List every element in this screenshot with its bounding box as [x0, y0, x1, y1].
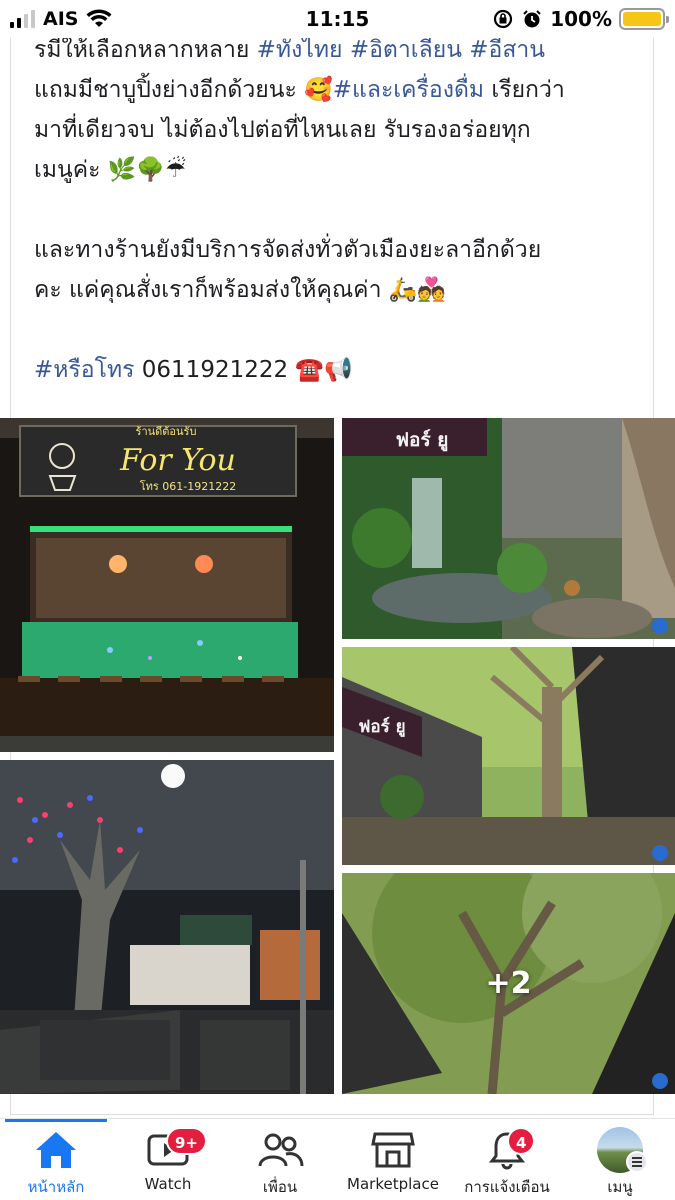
post-text-segment: รมีให้เลือกหลากหลาย — [34, 37, 257, 63]
battery-icon — [619, 8, 669, 30]
tab-notifications[interactable]: 4 การแจ้งเตือน — [447, 1127, 567, 1200]
courtyard-sign-text: ฟอร์ ยู — [358, 716, 405, 738]
bottom-tab-bar: หน้าหลัก 9+ Watch เพื่อน Marketplace 4 ก… — [0, 1118, 675, 1200]
garden-sign-text: ฟอร์ ยู — [396, 429, 449, 452]
status-right: 100% — [492, 7, 669, 31]
post-text-line: แถมมีชาบูปิ้งย่างอีกด้วยนะ 🥰#และเครื่องด… — [34, 70, 634, 110]
sign-for-you-text: For You — [119, 443, 236, 478]
post-text-line: มาที่เดียวจบ ไม่ต้องไปต่อที่ไหนเลย รับรอ… — [34, 110, 634, 150]
tab-marketplace[interactable]: Marketplace — [333, 1127, 453, 1200]
post-text: รมีให้เลือกหลากหลาย #ทั้งไทย #อิตาเลียน … — [34, 30, 634, 390]
rotation-lock-icon — [494, 9, 513, 29]
post-text-segment: มาที่เดียวจบ ไม่ต้องไปต่อที่ไหนเลย รับรอ… — [34, 117, 531, 143]
tab-menu-label: เมนู — [607, 1178, 633, 1196]
post-text-segment: เรียกว่า — [484, 77, 565, 103]
status-bar: AIS 11:15 100% — [0, 0, 675, 38]
post-text-line: #หรือโทร 0611921222 ☎️📢 — [34, 350, 634, 390]
active-tab-indicator — [5, 1119, 107, 1122]
hashtag-link[interactable]: #ทั้งไทย #อิตาเลียน #อีสาน — [257, 37, 545, 63]
hashtag-link[interactable]: #หรือโทร — [34, 357, 134, 383]
post-text-segment: แถมมีชาบูปิ้งย่างอีกด้วยนะ 🥰 — [34, 77, 333, 103]
tab-marketplace-label: Marketplace — [347, 1175, 439, 1193]
more-photos-count: +2 — [485, 966, 532, 1001]
tab-menu[interactable]: เมนู — [560, 1127, 675, 1200]
post-text-segment: เมนูค่ะ 🌿🌳☔ — [34, 157, 186, 183]
tab-home[interactable]: หน้าหลัก — [0, 1127, 116, 1200]
photo-restaurant-bar[interactable]: ร้านดีต้อนรับ For You โทร 061-1921222 — [0, 418, 334, 752]
photo-courtyard-image: ฟอร์ ยู — [342, 647, 675, 865]
photo-garden-image: ฟอร์ ยู — [342, 418, 675, 639]
post-text-segment: คะ แค่คุณสั่งเราก็พร้อมส่งให้คุณค่า 🛵💑 — [34, 277, 447, 303]
sign-small-text: ร้านดีต้อนรับ — [136, 425, 197, 438]
photo-tree-canopy-more[interactable]: +2 — [342, 873, 675, 1094]
battery-percent: 100% — [550, 7, 612, 31]
alarm-icon — [523, 10, 541, 28]
tab-notifications-label: การแจ้งเตือน — [464, 1178, 550, 1196]
post-text-line: คะ แค่คุณสั่งเราก็พร้อมส่งให้คุณค่า 🛵💑 — [34, 270, 634, 310]
marketplace-shop-icon — [371, 1132, 415, 1168]
tab-watch[interactable]: 9+ Watch — [108, 1127, 228, 1200]
hashtag-link[interactable]: #และเครื่องดื่ม — [333, 77, 484, 103]
photo-night-patio[interactable] — [0, 760, 334, 1094]
notifications-badge: 4 — [507, 1127, 536, 1155]
menu-hamburger-icon — [626, 1151, 648, 1173]
post-text-line: เมนูค่ะ 🌿🌳☔ — [34, 150, 634, 190]
post-photo-grid: ร้านดีต้อนรับ For You โทร 061-1921222 ฟอ… — [0, 418, 675, 1094]
post-text-segment: 0611921222 ☎️📢 — [134, 357, 353, 383]
photo-courtyard-tree[interactable]: ฟอร์ ยู — [342, 647, 675, 865]
post-text-line: และทางร้านยังมีบริการจัดส่งทั่วตัวเมืองย… — [34, 230, 634, 270]
photo-patio-image — [0, 760, 334, 1094]
photo-garden-waterfall[interactable]: ฟอร์ ยู — [342, 418, 675, 639]
tab-home-label: หน้าหลัก — [27, 1178, 85, 1196]
tab-friends[interactable]: เพื่อน — [220, 1127, 340, 1200]
photo-bar-image: ร้านดีต้อนรับ For You โทร 061-1921222 — [0, 418, 334, 752]
tab-friends-label: เพื่อน — [262, 1178, 298, 1196]
home-icon — [36, 1132, 76, 1168]
sign-phone-text: โทร 061-1921222 — [140, 479, 237, 493]
post-text-segment: และทางร้านยังมีบริการจัดส่งทั่วตัวเมืองย… — [34, 237, 542, 263]
tab-watch-label: Watch — [144, 1175, 192, 1193]
watch-badge: 9+ — [166, 1127, 208, 1155]
friends-icon — [258, 1133, 304, 1167]
